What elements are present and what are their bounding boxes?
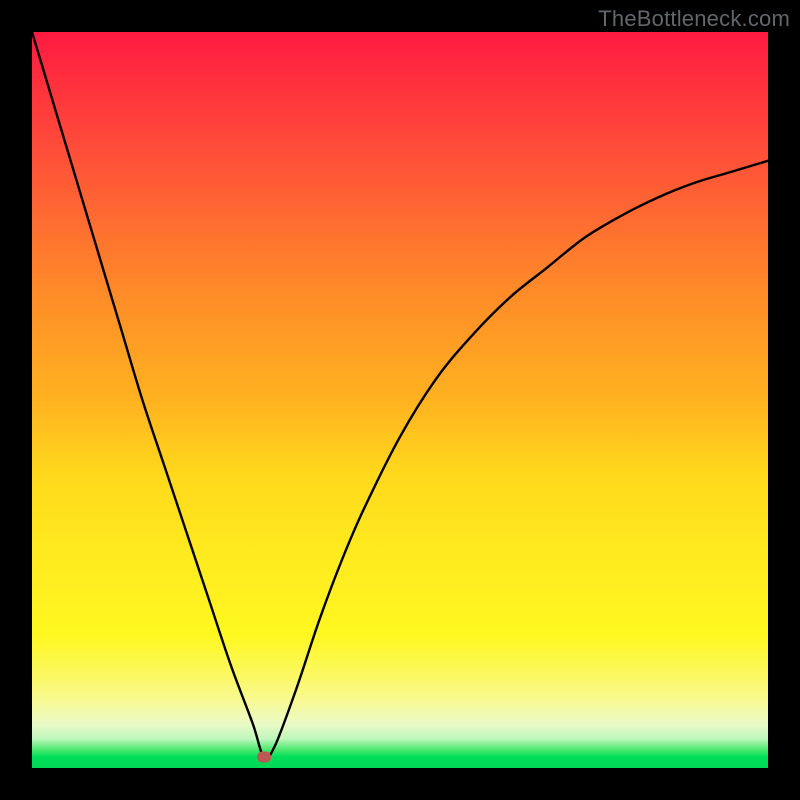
min-marker xyxy=(257,751,271,762)
curve-svg xyxy=(32,32,768,768)
watermark-text: TheBottleneck.com xyxy=(598,6,790,32)
curve-path xyxy=(32,32,768,758)
chart-stage: TheBottleneck.com xyxy=(0,0,800,800)
plot-area xyxy=(32,32,768,768)
